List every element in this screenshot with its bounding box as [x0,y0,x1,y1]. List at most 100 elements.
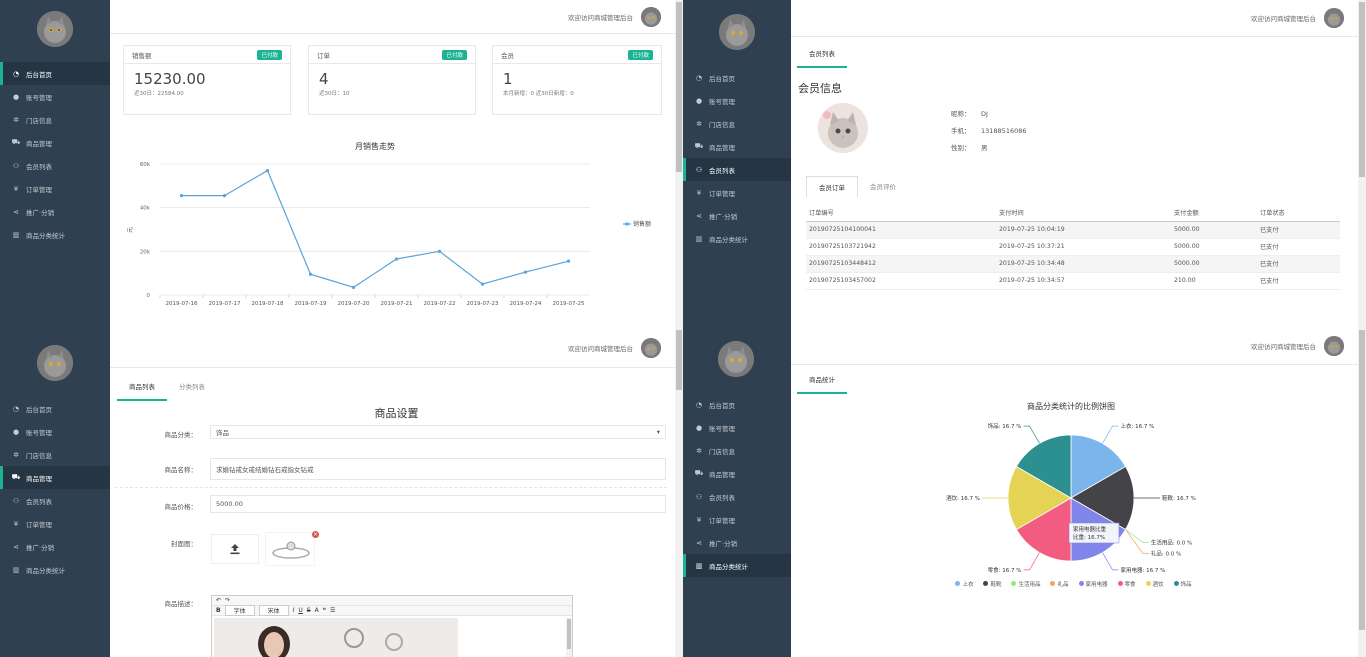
sidebar-item-1[interactable]: ● 账号管理 [0,85,110,108]
legend-item[interactable]: 零食 [1117,580,1136,588]
table-cell: 20190725103457002 [806,272,996,290]
strike-icon[interactable]: S [307,607,311,614]
legend-label: 鞋靴 [990,581,1002,588]
sidebar-item-label: 门店信息 [709,120,735,129]
remove-image-icon[interactable]: × [312,531,319,538]
user-avatar[interactable] [641,6,661,27]
sidebar-item-3[interactable]: ⛟ 商品管理 [0,466,110,489]
sidebar-item-7[interactable]: ▥ 商品分类统计 [683,554,791,577]
scrollbar[interactable] [1358,0,1366,328]
sidebar-item-3[interactable]: ⛟ 商品管理 [683,462,791,485]
sidebar-item-4[interactable]: ⚇ 会员列表 [0,489,110,512]
table-cell: 已支付 [1257,221,1340,239]
legend-item[interactable]: 上衣 [955,580,973,588]
avatar [718,341,754,377]
topbar: 欢迎访问商城管理后台 [791,0,1366,37]
legend-item[interactable]: 饰品 [1173,580,1192,588]
table-row[interactable]: 20190725103448412 2019-07-25 10:34:48 5000… [806,255,1340,273]
category-select[interactable]: 饰品 ▾ [210,425,666,439]
tab-member-orders[interactable]: 会员订单 [806,176,858,197]
font-family-select[interactable]: 字体 [224,605,255,616]
x-tick-label: 2019-07-17 [209,301,241,307]
sidebar-item-5[interactable]: ¥ 订单管理 [0,177,110,200]
sidebar-item-4[interactable]: ⚇ 会员列表 [683,485,791,508]
legend-item[interactable]: 鞋靴 [983,580,1001,588]
gear-icon: ✲ [13,115,19,124]
sidebar-item-4[interactable]: ⚇ 会员列表 [683,158,791,181]
sidebar: ◔ 后台首页 ● 账号管理 ✲ 门店信息 ⛟ 商品管理 ⚇ 会员列表 ¥ 订单管理 ⋖ 推广·分销 ▥ 商品分… [683,0,791,328]
user-avatar[interactable] [1324,336,1344,356]
sidebar-item-label: 商品分类统计 [26,566,65,575]
legend-swatch [1011,581,1017,586]
table-cell: 已支付 [1257,255,1340,273]
editor-content[interactable] [214,618,458,657]
sidebar-item-label: 商品管理 [709,470,735,479]
sidebar-item-0[interactable]: ◔ 后台首页 [0,397,110,420]
sidebar-item-7[interactable]: ▥ 商品分类统计 [0,558,110,581]
sidebar-item-0[interactable]: ◔ 后台首页 [683,66,791,89]
sidebar-item-6[interactable]: ⋖ 推广·分销 [683,204,791,227]
data-point [222,194,227,198]
sidebar-item-1[interactable]: ● 账号管理 [683,416,791,439]
main-content: 欢迎访问商城管理后台 商品统计 商品分类统计的比例饼图 上衣: 16.7 % 鞋靴:… [791,328,1366,657]
redo-icon[interactable]: ↷ [225,597,230,604]
sales-card: 销售额 已付款 15230.00 近30日：22584.00 [123,45,291,115]
table-row[interactable]: 20190725103457002 2019-07-25 10:34:57 210.… [806,272,1340,290]
price-input[interactable]: 5000.00 [210,495,666,513]
quote-icon[interactable]: ❝ [323,607,326,614]
italic-icon[interactable]: I [293,607,295,614]
sidebar-item-label: 商品分类统计 [26,231,65,240]
user-avatar[interactable] [641,337,661,358]
sidebar-item-0[interactable]: ◔ 后台首页 [683,393,791,416]
table-row[interactable]: 20190725103721942 2019-07-25 10:37:21 5000… [806,238,1340,256]
legend-item[interactable]: 生活用品 [1011,580,1040,588]
sidebar-item-2[interactable]: ✲ 门店信息 [683,439,791,462]
sidebar-item-2[interactable]: ✲ 门店信息 [683,112,791,135]
sidebar-item-5[interactable]: ¥ 订单管理 [683,508,791,531]
sidebar-item-6[interactable]: ⋖ 推广·分销 [683,531,791,554]
tab-product-stats[interactable]: 商品统计 [797,366,847,394]
sidebar-item-4[interactable]: ⚇ 会员列表 [0,154,110,177]
sidebar-item-1[interactable]: ● 账号管理 [0,420,110,443]
sidebar-item-3[interactable]: ⛟ 商品管理 [0,131,110,154]
legend-swatch [1173,581,1179,586]
legend-item[interactable]: 礼品 [1050,580,1069,588]
scrollbar[interactable] [675,328,683,657]
sidebar-item-2[interactable]: ✲ 门店信息 [0,443,110,466]
legend-item[interactable]: 酒饮 [1145,580,1164,588]
sidebar-item-7[interactable]: ▥ 商品分类统计 [0,223,110,246]
sidebar-item-6[interactable]: ⋖ 推广·分销 [0,535,110,558]
member-avatar [818,103,868,153]
underline-icon[interactable]: U [298,607,302,614]
tab-member-list[interactable]: 会员列表 [797,40,847,68]
legend-swatch [1078,581,1084,586]
text-color-icon[interactable]: A [315,607,319,614]
upload-button[interactable] [211,534,259,564]
table-cell: 已支付 [1257,272,1340,290]
sidebar-item-6[interactable]: ⋖ 推广·分销 [0,200,110,223]
table-row[interactable]: 20190725104100041 2019-07-25 10:04:19 5000… [806,221,1340,239]
font-name-select[interactable]: 宋体 [258,605,289,616]
sidebar-item-7[interactable]: ▥ 商品分类统计 [683,227,791,250]
bold-icon[interactable]: B [216,607,221,614]
sidebar-item-label: 商品分类统计 [709,562,748,571]
tab-category-list[interactable]: 分类列表 [167,373,217,401]
sidebar-item-5[interactable]: ¥ 订单管理 [0,512,110,535]
name-input[interactable]: 求婚钻戒女戒结婚钻石戒指女钻戒 [210,458,666,480]
sidebar-nav: ◔ 后台首页 ● 账号管理 ✲ 门店信息 ⛟ 商品管理 ⚇ 会员列表 ¥ 订单管理 ⋖ 推广·分销 ▥ 商品分… [683,393,791,577]
page-title: 会员信息 [798,82,842,95]
scrollbar[interactable] [1358,328,1366,657]
sidebar-item-5[interactable]: ¥ 订单管理 [683,181,791,204]
legend-item[interactable]: 家用电器 [1078,580,1108,588]
tab-member-reviews[interactable]: 会员评价 [858,176,908,197]
user-avatar[interactable] [1324,8,1344,28]
scrollbar[interactable] [675,0,683,328]
sidebar-item-3[interactable]: ⛟ 商品管理 [683,135,791,158]
sidebar-item-0[interactable]: ◔ 后台首页 [0,62,110,85]
tab-product-list[interactable]: 商品列表 [117,373,167,401]
undo-icon[interactable]: ↶ [216,597,221,604]
sidebar-item-1[interactable]: ● 账号管理 [683,89,791,112]
rich-text-editor[interactable]: ↶ ↷ B 字体 宋体 I U S A ❝ ☰ [211,595,573,657]
sidebar-item-2[interactable]: ✲ 门店信息 [0,108,110,131]
list-icon[interactable]: ☰ [330,607,335,614]
